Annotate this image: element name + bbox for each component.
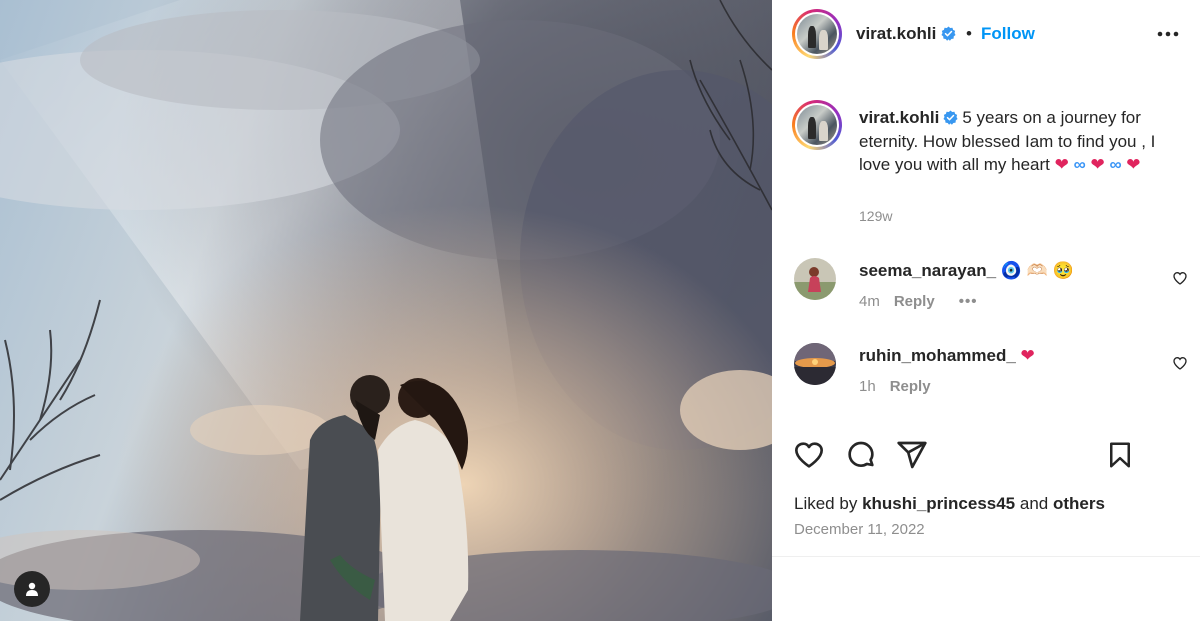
comment-username[interactable]: ruhin_mohammed_ <box>859 346 1016 365</box>
caption-emoji-heart-2: ❤ <box>1090 155 1105 174</box>
caption-text-block: virat.kohli 5 years on a journey for ete… <box>859 106 1189 177</box>
heart-icon[interactable] <box>792 438 826 472</box>
comment-more-options[interactable]: ••• <box>959 293 978 310</box>
divider <box>772 556 1200 557</box>
likes-summary: Liked by khushi_princess45 and others <box>794 494 1105 514</box>
header-separator: • <box>966 24 972 43</box>
post-actions-bar <box>772 438 1200 478</box>
author-username-text[interactable]: virat.kohli <box>856 24 936 43</box>
commenter-avatar[interactable] <box>794 343 836 385</box>
follow-button[interactable]: Follow <box>981 24 1035 44</box>
caption-emoji-infinity-1: ∞ <box>1073 155 1086 174</box>
comment-like-heart-icon[interactable] <box>1172 270 1188 286</box>
liked-by-others[interactable]: others <box>1053 494 1105 513</box>
comment-body: 🧿 🫶🏻 🥹 <box>1000 261 1074 280</box>
comment-item: seema_narayan_ 🧿 🫶🏻 🥹 4m Reply ••• <box>772 258 1200 328</box>
bookmark-icon[interactable] <box>1103 438 1137 472</box>
comment-text-line: seema_narayan_ 🧿 🫶🏻 🥹 <box>859 261 1074 281</box>
comment-meta: 4m Reply ••• <box>859 293 977 310</box>
liked-by-prefix: Liked by <box>794 494 858 513</box>
liked-by-user[interactable]: khushi_princess45 <box>862 494 1015 513</box>
reply-button[interactable]: Reply <box>894 293 935 310</box>
reply-button[interactable]: Reply <box>890 378 931 395</box>
author-username[interactable]: virat.kohli <box>856 24 956 44</box>
caption-emoji-heart-1: ❤ <box>1054 155 1069 174</box>
caption-username[interactable]: virat.kohli <box>859 108 939 127</box>
post-header: virat.kohli • Follow <box>772 0 1200 68</box>
caption-emoji-heart-3: ❤ <box>1126 155 1141 174</box>
share-icon[interactable] <box>895 438 929 472</box>
post-photo[interactable] <box>0 0 772 621</box>
post-image <box>0 0 772 621</box>
user-tag-icon[interactable] <box>14 571 50 607</box>
comment-text-line: ruhin_mohammed_ ❤ <box>859 346 1035 366</box>
verified-badge-icon <box>941 26 956 41</box>
comment-username[interactable]: seema_narayan_ <box>859 261 996 280</box>
comment-time[interactable]: 1h <box>859 378 876 395</box>
caption-timestamp[interactable]: 129w <box>859 208 892 224</box>
comment-meta: 1h Reply <box>859 378 931 395</box>
post-details-panel: virat.kohli • Follow virat.kohli 5 years… <box>772 0 1200 621</box>
comment-body: ❤ <box>1020 346 1035 365</box>
liked-by-and: and <box>1019 494 1049 513</box>
verified-badge-icon <box>943 110 958 125</box>
caption-emoji-infinity-2: ∞ <box>1109 155 1122 174</box>
author-avatar[interactable] <box>792 9 842 59</box>
more-options-icon[interactable] <box>1156 22 1180 46</box>
comment-icon[interactable] <box>844 438 878 472</box>
comment-item: ruhin_mohammed_ ❤ 1h Reply <box>772 343 1200 413</box>
caption-avatar[interactable] <box>792 100 842 150</box>
post-date[interactable]: December 11, 2022 <box>794 521 925 538</box>
comment-time[interactable]: 4m <box>859 293 880 310</box>
comment-like-heart-icon[interactable] <box>1172 355 1188 371</box>
commenter-avatar[interactable] <box>794 258 836 300</box>
